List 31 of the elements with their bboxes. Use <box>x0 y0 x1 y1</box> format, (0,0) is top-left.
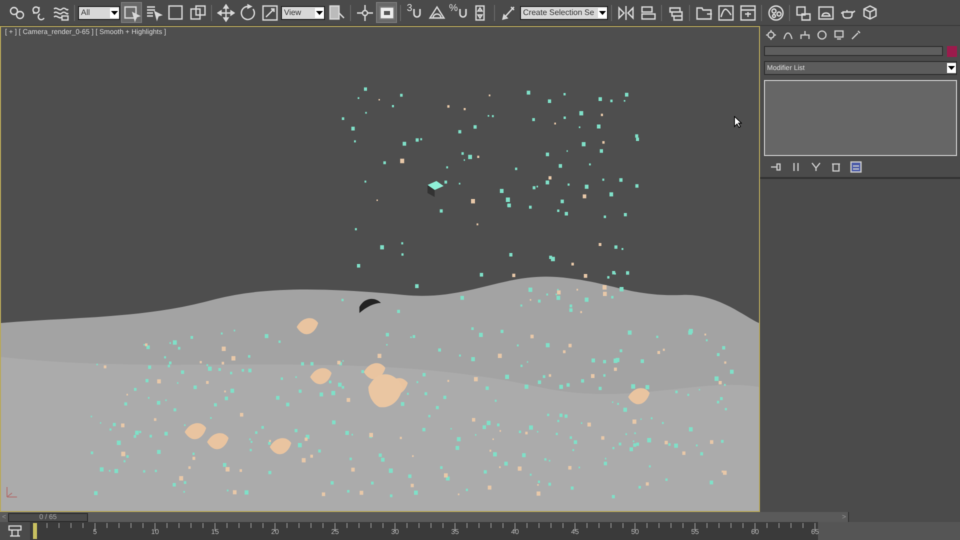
snap-toggle-button[interactable]: % <box>448 2 469 23</box>
bin-icon[interactable] <box>830 160 842 172</box>
move-arrows-icon[interactable] <box>215 2 236 23</box>
caret-icon[interactable] <box>110 8 119 18</box>
circle-icon[interactable] <box>815 28 828 41</box>
node-icon[interactable] <box>354 2 375 23</box>
wrench-icon[interactable] <box>849 28 862 41</box>
box-cursor-icon[interactable] <box>121 2 142 23</box>
cursor-icon <box>734 116 742 128</box>
key-filter-icon[interactable] <box>0 522 30 540</box>
snap-toggle-button[interactable]: 3 <box>404 2 425 23</box>
configure-icon[interactable] <box>850 160 862 172</box>
caret-icon[interactable] <box>947 63 956 73</box>
monitor-icon[interactable] <box>832 28 845 41</box>
current-frame-marker <box>33 523 37 539</box>
coordinate-system-dropdown[interactable]: View <box>281 6 325 20</box>
hierarchy-icon[interactable] <box>798 28 811 41</box>
selection-set-dropdown[interactable]: Create Selection Se <box>520 6 608 20</box>
modifier-stack-list[interactable] <box>764 80 957 156</box>
object-name-field[interactable] <box>764 46 943 56</box>
magnet-icon <box>412 8 422 18</box>
caret-icon[interactable] <box>598 8 608 18</box>
pin-icon[interactable] <box>770 160 782 172</box>
object-color-swatch[interactable] <box>947 46 957 56</box>
gear-icon[interactable] <box>764 28 777 41</box>
selection-filter-dropdown[interactable]: All <box>78 6 120 20</box>
screen-icon[interactable] <box>376 2 397 23</box>
magnet-icon <box>458 8 468 18</box>
fork-icon[interactable] <box>810 160 822 172</box>
axis-tripod-icon <box>5 485 19 499</box>
caret-icon[interactable] <box>315 8 324 18</box>
